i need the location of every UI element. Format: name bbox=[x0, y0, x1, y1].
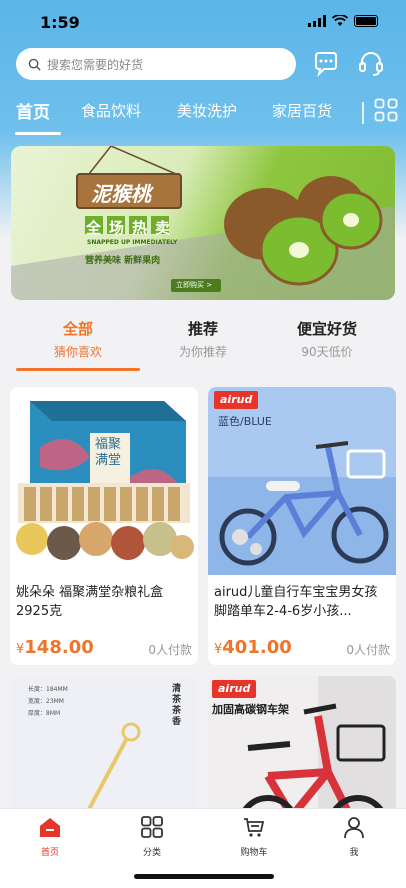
banner-title: 泥猴桃 bbox=[91, 182, 151, 206]
filter-cheap-sub: 90天低价 bbox=[301, 345, 353, 359]
product-sales: 0人付款 bbox=[346, 643, 390, 657]
tabbar-item-home[interactable]: 首页 bbox=[20, 815, 80, 858]
filter-cheap-title: 便宜好货 bbox=[296, 320, 357, 338]
filter-all[interactable]: 全部 猜你喜欢 bbox=[18, 318, 138, 360]
banner-cta[interactable]: 立即购买 > bbox=[176, 280, 212, 290]
feed-filter: 全部 猜你喜欢 推荐 为你推荐 便宜好货 90天低价 bbox=[0, 306, 406, 372]
tabbar-item-me[interactable]: 我 bbox=[324, 815, 384, 858]
product-name: airud儿童自行车宝宝男女孩脚踏单车2-4-6岁小孩... bbox=[214, 585, 378, 619]
product-spec-list: 长度：184MM 宽度：23MM 厚度：8MM bbox=[28, 684, 68, 720]
spec-line: 宽度：23MM bbox=[28, 698, 64, 705]
filter-recommend[interactable]: 推荐 为你推荐 bbox=[143, 318, 263, 360]
filter-recommend-sub: 为你推荐 bbox=[178, 345, 227, 359]
home-indicator bbox=[134, 874, 274, 879]
search-icon bbox=[28, 58, 41, 71]
tab-home-goods[interactable]: 家居百货 bbox=[272, 100, 332, 121]
product-side-text: 清茶茶香 bbox=[172, 684, 182, 727]
tab-beauty[interactable]: 美妆洗护 bbox=[177, 100, 237, 121]
product-card[interactable]: airud 蓝色/BLUE airud儿童自行车宝宝男女孩脚踏单车2-4-6岁小… bbox=[208, 387, 396, 665]
tab-indicator bbox=[15, 132, 61, 135]
price-value: 148.00 bbox=[24, 637, 94, 658]
all-categories-icon[interactable] bbox=[374, 98, 398, 122]
product-brand-badge: airud bbox=[212, 680, 257, 698]
tabbar-label: 我 bbox=[349, 848, 359, 858]
filter-indicator bbox=[16, 368, 140, 371]
product-price: ¥148.00 bbox=[16, 637, 94, 658]
customer-service-icon[interactable] bbox=[357, 50, 385, 78]
signal-icon bbox=[308, 15, 326, 27]
filter-all-sub: 猜你喜欢 bbox=[53, 345, 102, 359]
product-image-red-bike bbox=[208, 676, 396, 826]
product-brand-badge: airud bbox=[214, 391, 259, 409]
product-card[interactable]: 长度：184MM 宽度：23MM 厚度：8MM 清茶茶香 bbox=[10, 676, 198, 826]
tab-divider bbox=[362, 102, 364, 124]
product-feature-tag: 加固高碳钢车架 bbox=[212, 703, 289, 716]
grid-icon bbox=[141, 816, 163, 838]
cart-icon bbox=[244, 818, 265, 837]
product-color-tag: 蓝色/BLUE bbox=[218, 415, 272, 428]
tab-food-drinks[interactable]: 食品饮料 bbox=[81, 100, 141, 121]
user-icon bbox=[344, 817, 364, 839]
banner-slogan: 营养美味 新鲜果肉 bbox=[85, 256, 161, 266]
filter-recommend-title: 推荐 bbox=[187, 320, 218, 338]
battery-icon bbox=[354, 15, 378, 27]
banner-art bbox=[11, 146, 395, 300]
tabbar-label: 分类 bbox=[142, 848, 161, 858]
product-image-grain-gift-box bbox=[10, 387, 198, 575]
promo-banner[interactable]: 泥猴桃 全场热卖 SNAPPED UP IMMEDIATELY 营养美味 新鲜果… bbox=[11, 146, 395, 300]
tabbar-item-category[interactable]: 分类 bbox=[122, 815, 182, 858]
product-box-text: 福聚满堂 bbox=[95, 437, 122, 468]
product-card[interactable]: 福聚满堂 姚朵朵 福聚满堂杂粮礼盒2925克 ¥148.00 0人付款 bbox=[10, 387, 198, 665]
category-tabs: 首页 食品饮料 美妆洗护 家居百货 bbox=[0, 96, 406, 136]
product-sales: 0人付款 bbox=[148, 643, 192, 657]
spec-line: 长度：184MM bbox=[28, 686, 68, 693]
message-icon[interactable] bbox=[312, 50, 340, 78]
filter-all-title: 全部 bbox=[62, 320, 93, 338]
wifi-icon bbox=[332, 15, 348, 26]
tab-home[interactable]: 首页 bbox=[16, 98, 50, 123]
product-card[interactable]: airud 加固高碳钢车架 bbox=[208, 676, 396, 826]
tabbar-item-cart[interactable]: 购物车 bbox=[224, 815, 284, 858]
banner-subline: SNAPPED UP IMMEDIATELY bbox=[87, 239, 178, 246]
status-bar: 1:59 bbox=[0, 0, 406, 44]
home-icon bbox=[40, 818, 60, 837]
product-name: 姚朵朵 福聚满堂杂粮礼盒2925克 bbox=[16, 585, 164, 619]
status-icons bbox=[308, 15, 378, 27]
filter-cheap[interactable]: 便宜好货 90天低价 bbox=[267, 318, 387, 360]
price-value: 401.00 bbox=[222, 637, 292, 658]
tabbar-label: 首页 bbox=[40, 848, 59, 858]
banner-headline: 全场热卖 bbox=[86, 219, 179, 237]
search-input[interactable]: 搜索您需要的好货 bbox=[16, 48, 296, 80]
tabbar-label: 购物车 bbox=[240, 848, 268, 858]
product-price: ¥401.00 bbox=[214, 637, 292, 658]
search-placeholder: 搜索您需要的好货 bbox=[47, 57, 144, 72]
spec-line: 厚度：8MM bbox=[28, 710, 61, 717]
status-time: 1:59 bbox=[40, 13, 80, 32]
